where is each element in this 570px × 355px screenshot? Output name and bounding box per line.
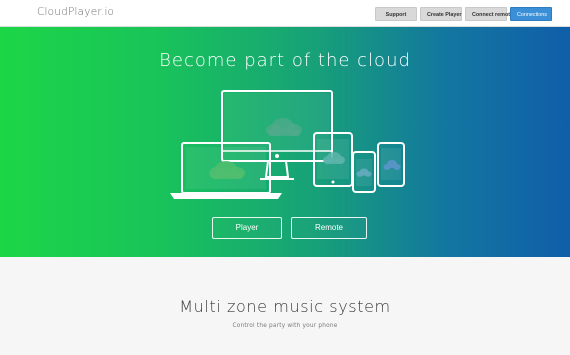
section-subtitle: Control the party with your phone xyxy=(232,323,338,329)
player-button[interactable]: Player xyxy=(212,217,282,239)
top-navigation-bar: CloudPlayer.io Support Create Player Con… xyxy=(0,0,570,27)
features-section: Multi zone music system Control the part… xyxy=(0,257,570,355)
hero-title: Become part of the cloud xyxy=(159,50,411,71)
support-button[interactable]: Support xyxy=(375,7,417,21)
hero-section: Become part of the cloud Player Remote xyxy=(0,27,570,257)
section-title: Multi zone music system xyxy=(179,297,391,316)
connect-remote-button[interactable]: Connect remote xyxy=(465,7,513,21)
create-player-button[interactable]: Create Player xyxy=(420,7,462,21)
connections-button[interactable]: Connections xyxy=(510,7,552,21)
brand-logo-text[interactable]: CloudPlayer.io xyxy=(37,6,114,18)
header-nav: Support Create Player Connect remote Con… xyxy=(375,7,552,21)
remote-button[interactable]: Remote xyxy=(291,217,367,239)
devices-illustration xyxy=(170,90,405,199)
